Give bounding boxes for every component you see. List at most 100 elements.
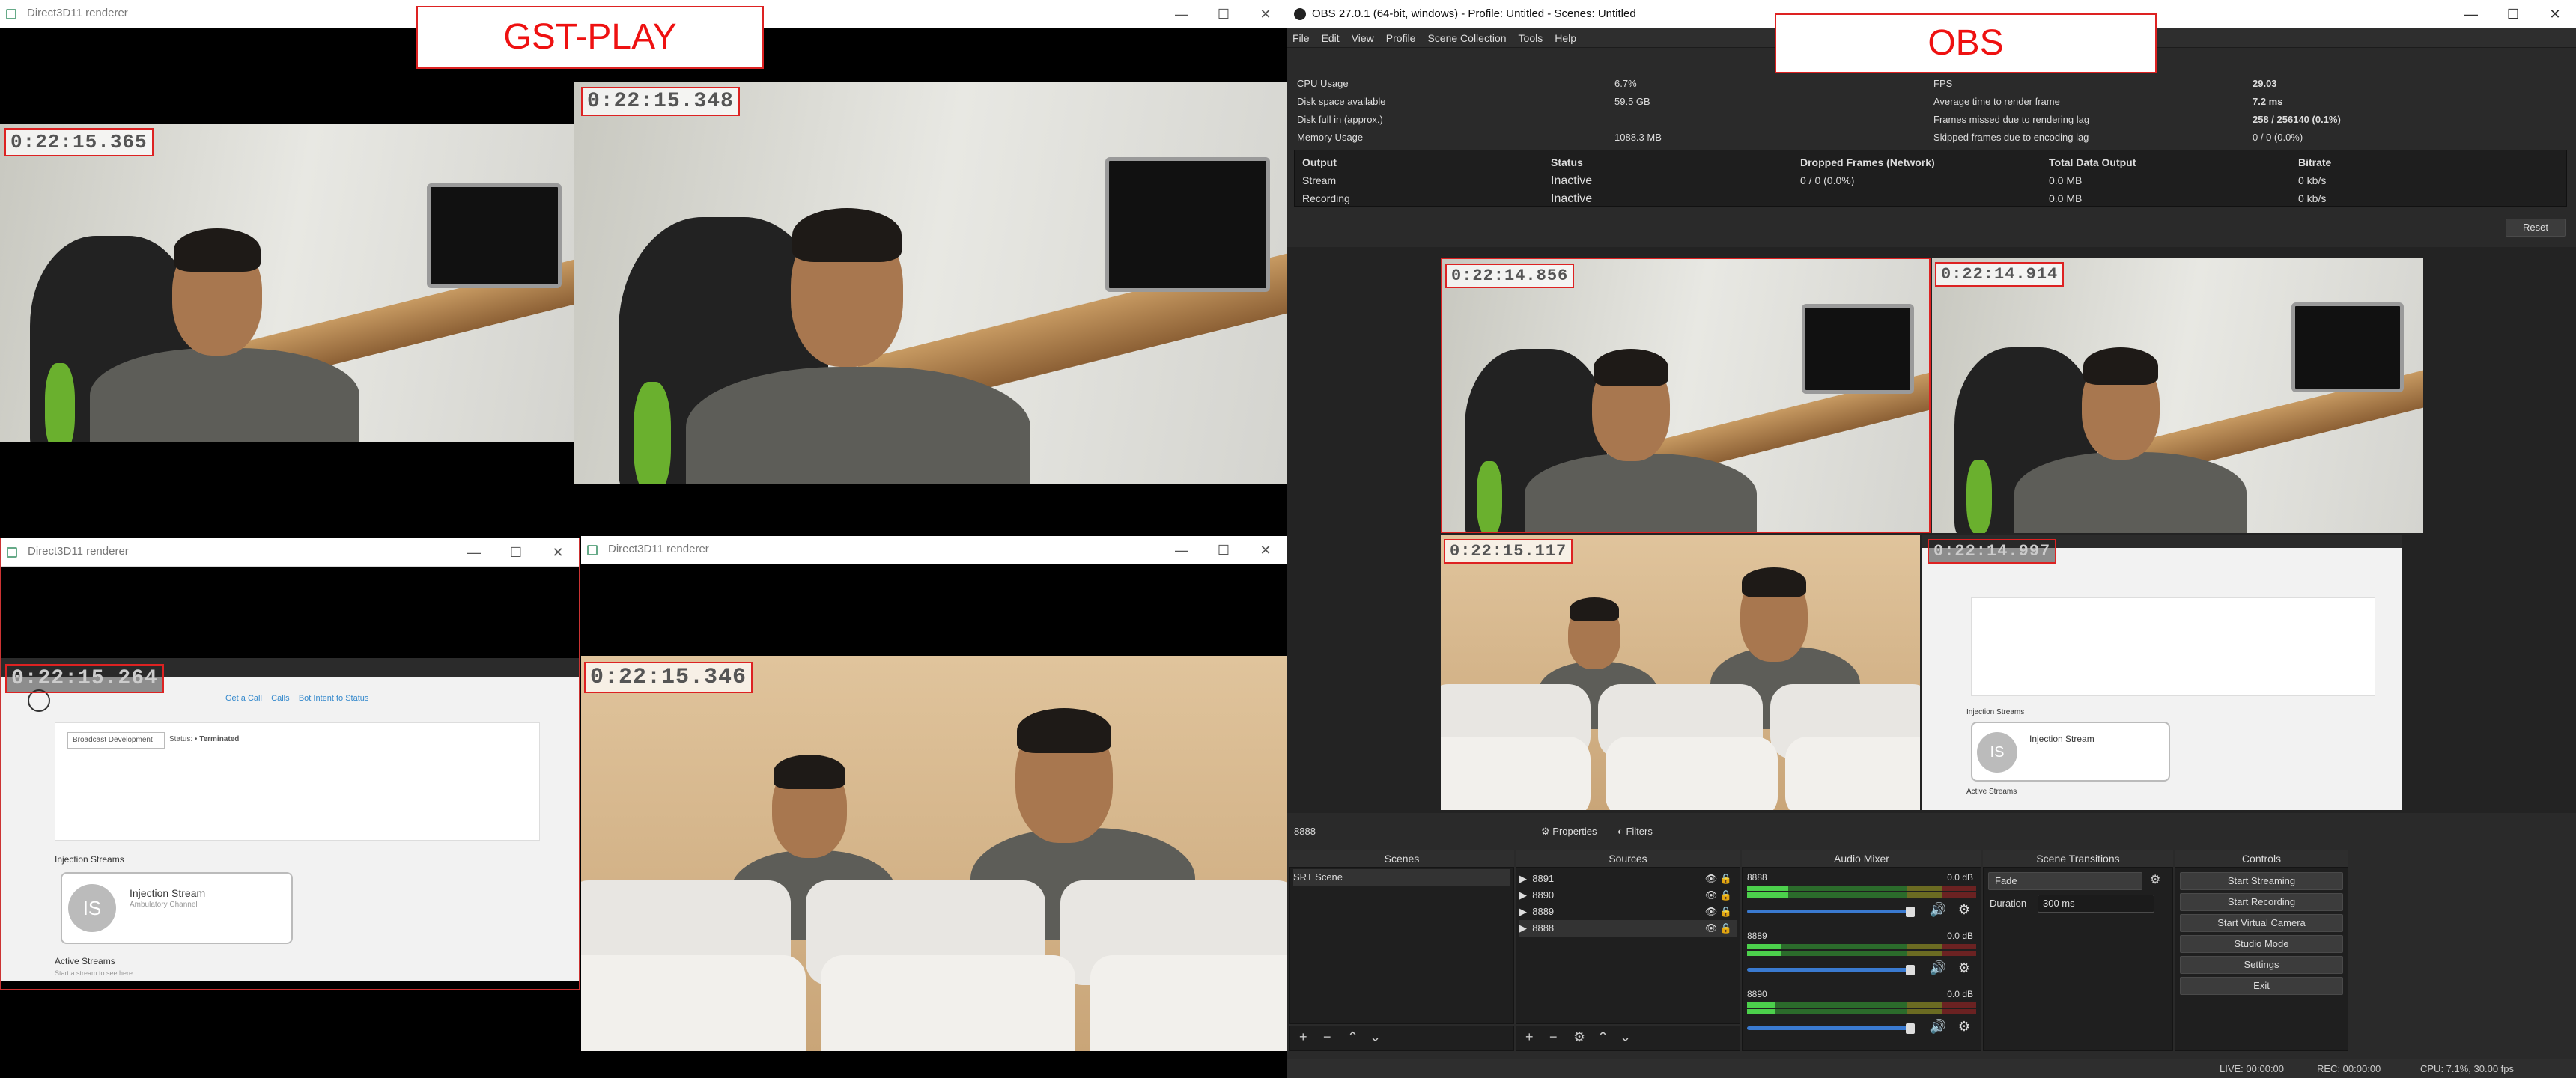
stat-value: 6.7%	[1614, 78, 1637, 89]
web-links: Get a Call Calls Bot Intent to Status	[225, 694, 369, 703]
preview-source-1[interactable]: 0:22:14.856	[1441, 258, 1931, 533]
remove-icon[interactable]: −	[1549, 1029, 1558, 1045]
reset-button[interactable]: Reset	[2506, 219, 2566, 237]
gear-icon[interactable]: ⚙	[1958, 1019, 1970, 1035]
menu-tools[interactable]: Tools	[1513, 28, 1549, 48]
speaker-icon[interactable]: 🔊	[1930, 902, 1946, 918]
transitions-panel: Fade ⚙ Duration 300 ms	[1983, 867, 2173, 1051]
studio-mode-button[interactable]: Studio Mode	[2180, 935, 2343, 953]
source-item[interactable]: ▶ 8888 👁 🔒	[1519, 920, 1737, 937]
preview-source-3[interactable]: 0:22:15.117	[1441, 535, 1920, 810]
speaker-icon[interactable]: 🔊	[1930, 1019, 1946, 1035]
duration-input[interactable]: 300 ms	[2038, 895, 2154, 913]
minimize-icon[interactable]: —	[453, 541, 495, 564]
initials-avatar: IS	[68, 884, 116, 932]
stat-label: CPU Usage	[1297, 78, 1349, 89]
volume-knob[interactable]	[1906, 965, 1915, 975]
volume-knob[interactable]	[1906, 1023, 1915, 1034]
close-icon[interactable]: ✕	[1245, 539, 1287, 561]
add-icon[interactable]: +	[1525, 1029, 1534, 1045]
obs-window-title: OBS 27.0.1 (64-bit, windows) - Profile: …	[1312, 7, 1636, 20]
gear-icon[interactable]: ⚙	[1958, 960, 1970, 976]
volume-slider[interactable]	[1747, 1026, 1910, 1030]
initials-avatar: IS	[1977, 732, 2017, 773]
status-bar: LIVE: 00:00:00 REC: 00:00:00 CPU: 7.1%, …	[1287, 1059, 2576, 1078]
web-section-active: Active Streams	[1966, 788, 2017, 796]
eye-lock-icons[interactable]: 👁 🔒	[1705, 887, 1732, 904]
move-down-icon[interactable]: ⌄	[1370, 1029, 1381, 1045]
minimize-icon[interactable]: —	[1161, 539, 1203, 561]
menu-edit[interactable]: Edit	[1316, 28, 1346, 48]
remove-icon[interactable]: −	[1323, 1029, 1331, 1045]
preview-canvas[interactable]: 0:22:14.856 0:22:14.914 0:22:15.117 Inje	[1287, 247, 2576, 813]
window-title: Direct3D11 renderer	[608, 543, 709, 555]
move-up-icon[interactable]: ⌃	[1347, 1029, 1358, 1045]
maximize-icon[interactable]: ☐	[2492, 3, 2534, 25]
app-icon	[6, 9, 16, 19]
web-active-sub: Start a stream to see here	[55, 969, 133, 977]
move-up-icon[interactable]: ⌃	[1597, 1029, 1609, 1045]
volume-slider[interactable]	[1747, 910, 1910, 913]
menu-help[interactable]: Help	[1549, 28, 1582, 48]
source-item[interactable]: ▶ 8890 👁 🔒	[1519, 887, 1737, 904]
minimize-icon[interactable]: —	[1161, 3, 1203, 25]
start-virtual-camera-button[interactable]: Start Virtual Camera	[2180, 914, 2343, 932]
preview-source-4[interactable]: Injection Streams IS Injection Stream Ac…	[1922, 535, 2402, 810]
eye-lock-icons[interactable]: 👁 🔒	[1705, 920, 1732, 937]
volume-slider[interactable]	[1747, 968, 1910, 972]
stat-label: Skipped frames due to encoding lag	[1933, 132, 2089, 143]
title-bar: Direct3D11 renderer — ☐ ✕	[1, 538, 579, 567]
source-item[interactable]: ▶ 8891 👁 🔒	[1519, 871, 1737, 887]
move-down-icon[interactable]: ⌄	[1620, 1029, 1631, 1045]
gear-icon[interactable]: ⚙	[1573, 1029, 1585, 1045]
channel-name: 8890	[1747, 989, 1767, 999]
settings-button[interactable]: Settings	[2180, 956, 2343, 974]
gst-play-label: GST-PLAY	[416, 6, 764, 69]
eye-lock-icons[interactable]: 👁 🔒	[1705, 904, 1732, 920]
properties-button[interactable]: ⚙ Properties	[1541, 826, 1597, 838]
gst-window-1: Direct3D11 renderer — ☐ ✕ 0:22:15.365	[0, 0, 574, 536]
menu-profile[interactable]: Profile	[1380, 28, 1422, 48]
menu-scene-collection[interactable]: Scene Collection	[1421, 28, 1512, 48]
table-cell: 0 kb/s	[2298, 192, 2327, 204]
cpu-fps: CPU: 7.1%, 30.00 fps	[2420, 1063, 2515, 1074]
timestamp-overlay: 0:22:15.117	[1444, 539, 1573, 564]
web-section-injection: Injection Streams	[55, 854, 124, 865]
table-cell: 0.0 MB	[2049, 192, 2083, 204]
filters-button[interactable]: ◐ Filters	[1617, 826, 1653, 837]
close-icon[interactable]: ✕	[537, 541, 579, 564]
sources-toolbar: + − ⚙ ⌃ ⌄	[1516, 1026, 1740, 1051]
sources-list[interactable]: ▶ 8891 👁 🔒 ▶ 8890 👁 🔒 ▶ 8889 👁 🔒 ▶ 8888 👁 🔒	[1516, 867, 1740, 1024]
mixer-dock-title: Audio Mixer	[1742, 850, 1981, 867]
maximize-icon[interactable]: ☐	[495, 541, 537, 564]
selected-source-name: 8888	[1294, 826, 1316, 837]
volume-knob[interactable]	[1906, 907, 1915, 917]
close-icon[interactable]: ✕	[1245, 3, 1287, 25]
preview-source-2[interactable]: 0:22:14.914	[1932, 258, 2423, 533]
minimize-icon[interactable]: —	[2450, 3, 2492, 25]
close-icon[interactable]: ✕	[2534, 3, 2576, 25]
gear-icon[interactable]: ⚙	[1958, 902, 1970, 918]
maximize-icon[interactable]: ☐	[1203, 539, 1245, 561]
menu-file[interactable]: File	[1287, 28, 1316, 48]
source-item[interactable]: ▶ 8889 👁 🔒	[1519, 904, 1737, 920]
maximize-icon[interactable]: ☐	[1203, 3, 1245, 25]
menu-view[interactable]: View	[1346, 28, 1380, 48]
timestamp-overlay: 0:22:14.856	[1445, 264, 1575, 288]
start-streaming-button[interactable]: Start Streaming	[2180, 872, 2343, 890]
scene-item[interactable]: SRT Scene	[1293, 869, 1510, 886]
col-header: Total Data Output	[2049, 156, 2136, 168]
transition-select[interactable]: Fade	[1988, 872, 2142, 890]
add-icon[interactable]: +	[1299, 1029, 1307, 1045]
level-meter	[1747, 1009, 1976, 1014]
speaker-icon[interactable]: 🔊	[1930, 960, 1946, 976]
exit-button[interactable]: Exit	[2180, 977, 2343, 995]
eye-lock-icons[interactable]: 👁 🔒	[1705, 871, 1732, 887]
window-title: Direct3D11 renderer	[27, 7, 128, 19]
level-meter	[1747, 1002, 1976, 1008]
timestamp-overlay: 0:22:14.997	[1928, 539, 2057, 564]
scenes-list[interactable]: SRT Scene	[1289, 867, 1514, 1024]
gear-icon[interactable]: ⚙	[2150, 872, 2160, 887]
mixer-channel: 8888 0.0 dB 🔊 ⚙	[1747, 872, 1976, 928]
start-recording-button[interactable]: Start Recording	[2180, 893, 2343, 911]
